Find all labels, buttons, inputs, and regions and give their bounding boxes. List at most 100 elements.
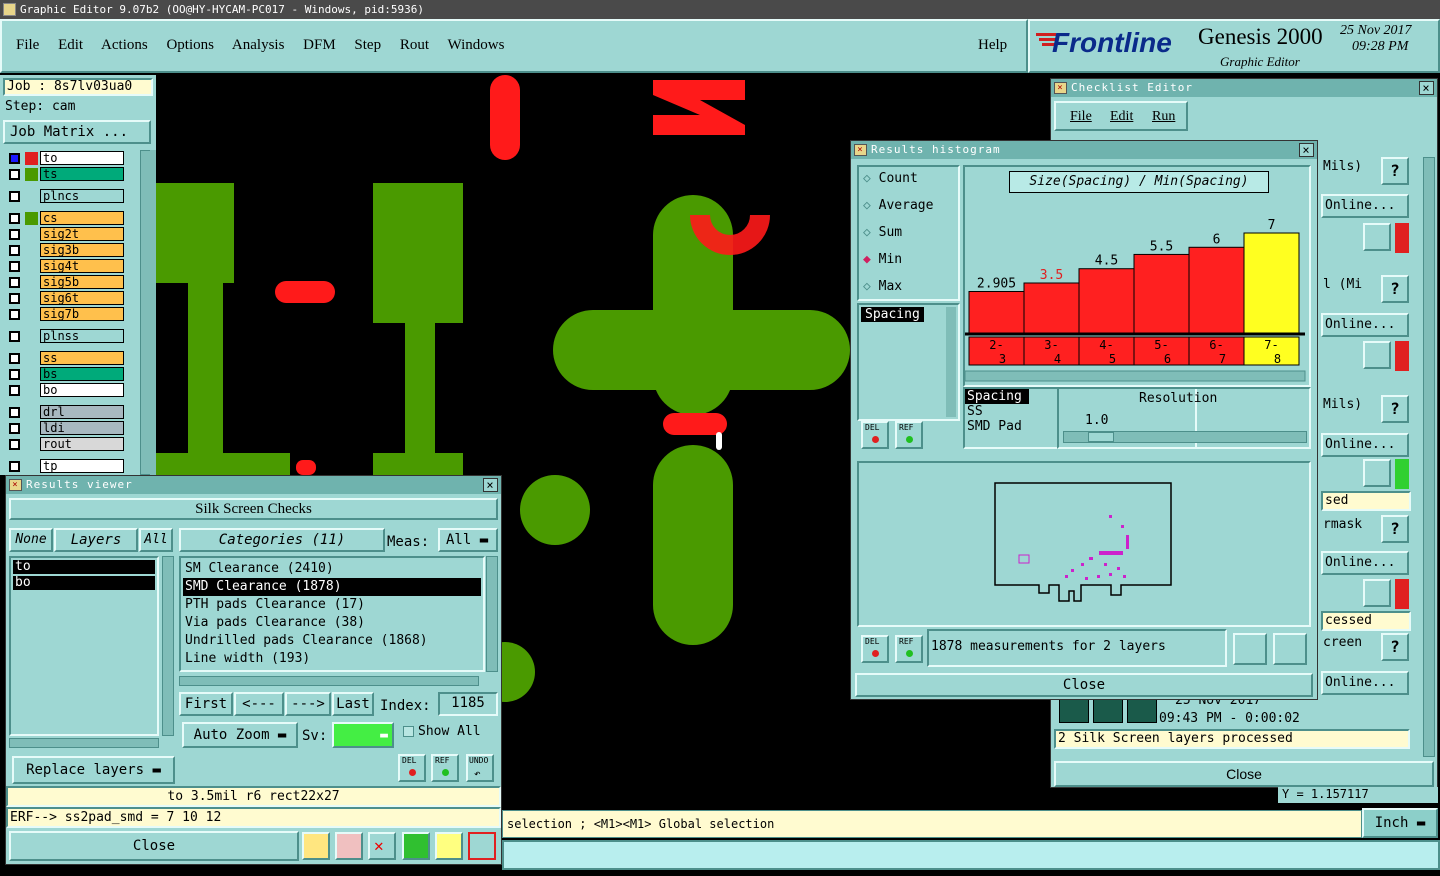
action-icon[interactable] [1059,699,1089,723]
menu-help[interactable]: Help [978,37,1007,54]
layer-row-sig6t[interactable]: sig6t [6,291,124,306]
layer-row-plnss[interactable]: plnss [6,329,124,344]
results-viewer-close-icon[interactable]: × [483,478,498,492]
checklist-menu-file[interactable]: File [1070,109,1092,125]
ref-off-icon[interactable]: ✕ [368,832,396,860]
histogram-hscroll[interactable] [965,370,1306,382]
sv-color-select[interactable]: ▬ [332,722,394,748]
all-button[interactable]: All [139,528,173,552]
zoom-icon[interactable] [1363,341,1391,369]
window-menu-icon[interactable]: × [9,479,22,491]
command-line[interactable] [502,840,1440,870]
online-button[interactable]: Online... [1321,671,1409,695]
categories-button[interactable]: Categories (11) [179,528,385,552]
menu-rout[interactable]: Rout [400,37,429,53]
checklist-close-icon[interactable]: × [1419,81,1434,95]
zoom-selection-icon[interactable] [1273,633,1307,665]
mode-radio-average[interactable]: ◇ Average [863,198,933,213]
ref-button[interactable]: REF [431,754,459,782]
next-button[interactable]: ---> [285,692,331,716]
window-menu-icon[interactable]: × [1054,82,1067,94]
zoom-icon[interactable] [1363,223,1391,251]
menu-windows[interactable]: Windows [448,37,505,53]
layer-row-rout[interactable]: rout [6,437,124,452]
auto-zoom-select[interactable]: Auto Zoom ▬ [182,722,298,748]
category-scrollbar[interactable] [486,556,498,672]
layer-checkbox[interactable] [9,191,20,202]
meas-select[interactable]: All ▬ [438,528,498,552]
layer-row-sig2t[interactable]: sig2t [6,227,124,242]
layer-row-sig4t[interactable]: sig4t [6,259,124,274]
zoom-icon[interactable] [1363,459,1391,487]
layer-checkbox[interactable] [9,353,20,364]
category-item[interactable]: Line width (193) [183,650,481,668]
menu-analysis[interactable]: Analysis [232,37,285,53]
prev-button[interactable]: <--- [234,692,284,716]
layer-row-tp[interactable]: tp [6,459,124,474]
layer-checkbox[interactable] [9,461,20,472]
layer-checkbox[interactable] [9,169,20,180]
list-icon[interactable] [435,832,463,860]
silk-screen-checks-button[interactable]: Silk Screen Checks [9,498,498,520]
layer-list-scrollbar[interactable] [162,556,174,736]
layer-row-sig5b[interactable]: sig5b [6,275,124,290]
checklist-menu-edit[interactable]: Edit [1110,109,1133,125]
category-item[interactable]: SM Clearance (2410) [183,560,481,578]
report-icon[interactable] [335,832,363,860]
histogram-bar[interactable] [1023,282,1080,334]
category-item[interactable]: Via pads Clearance (38) [183,614,481,632]
checklist-close-button[interactable]: Close [1054,761,1434,787]
online-button[interactable]: Online... [1321,194,1409,218]
layers-button[interactable]: Layers [54,528,138,552]
mode-radio-min[interactable]: ◆ Min [863,252,902,267]
category-item[interactable]: SMD Clearance (1878) [183,578,481,596]
job-matrix-button[interactable]: Job Matrix ... [3,120,151,144]
ref-button[interactable]: REF [895,635,923,663]
none-button[interactable]: None [9,528,53,552]
measure-list[interactable]: Spacing [857,303,960,421]
number-icon[interactable] [402,832,430,860]
histogram-bar[interactable] [1078,268,1135,334]
zoom-board-icon[interactable] [1233,633,1267,665]
category-item[interactable]: Undrilled pads Clearance (1868) [183,632,481,650]
mode-radio-sum[interactable]: ◇ Sum [863,225,902,240]
index-field[interactable]: 1185 [438,692,498,716]
resolution-slider[interactable] [1063,431,1307,443]
help-button[interactable]: ? [1381,633,1409,661]
menu-dfm[interactable]: DFM [303,37,336,53]
action-icon[interactable] [1093,699,1123,723]
histogram-bar[interactable] [968,291,1025,334]
ref-button[interactable]: REF [895,421,923,449]
histogram-close-button[interactable]: Close [855,673,1313,697]
mode-radio-count[interactable]: ◇ Count [863,171,918,186]
results-viewer-close-button[interactable]: Close [9,831,299,861]
menu-file[interactable]: File [16,37,39,53]
online-button[interactable]: Online... [1321,433,1409,457]
action-icon[interactable] [1127,699,1157,723]
last-button[interactable]: Last [332,692,374,716]
histogram-bar[interactable] [1133,253,1190,334]
layer-row-drl[interactable]: drl [6,405,124,420]
replace-layers-select[interactable]: Replace layers ▬ [12,756,175,784]
layer-row-plncs[interactable]: plncs [6,189,124,204]
measure-list-scrollbar[interactable] [946,307,956,417]
menu-options[interactable]: Options [166,37,214,53]
list-item[interactable]: bo [13,576,155,590]
online-button[interactable]: Online... [1321,551,1409,575]
list-item[interactable]: Spacing [965,389,1029,404]
del-button[interactable]: DEL [861,421,889,449]
chart-icon[interactable] [302,832,330,860]
menu-actions[interactable]: Actions [101,37,148,53]
window-menu-icon[interactable]: × [854,144,867,156]
del-button[interactable]: DEL [861,635,889,663]
slider-thumb[interactable] [1088,432,1114,442]
category-list[interactable]: SM Clearance (2410) SMD Clearance (1878) P… [179,556,485,672]
layer-checkbox[interactable] [9,153,20,164]
help-button[interactable]: ? [1381,515,1409,543]
layer-checkbox[interactable] [9,293,20,304]
list-item[interactable]: Spacing [861,307,924,322]
layer-checkbox[interactable] [9,277,20,288]
layer-checkbox[interactable] [9,331,20,342]
layer-row-ts[interactable]: ts [6,167,124,182]
layer-row-bs[interactable]: bs [6,367,124,382]
